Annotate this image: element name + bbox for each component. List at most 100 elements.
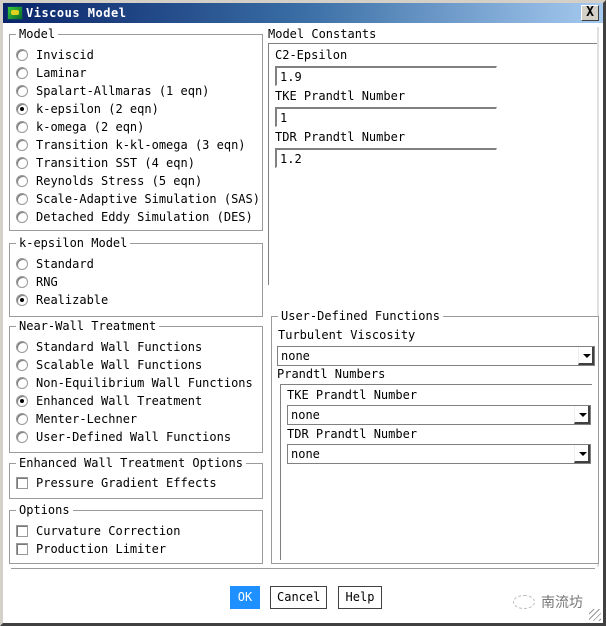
dropdown-arrow-icon[interactable] [578, 347, 594, 365]
dropdown-arrow-icon[interactable] [574, 406, 590, 424]
options-checkbox-label: Production Limiter [36, 542, 167, 556]
kepsilon-model-group: k-epsilon Model Standard RNG Realizable [9, 236, 263, 317]
title-bar[interactable]: Viscous Model X [3, 3, 603, 23]
tke-prandtl-label: TKE Prandtl Number [275, 89, 406, 103]
dropdown-arrow-icon[interactable] [574, 445, 590, 463]
radio-unselected-icon[interactable] [16, 121, 28, 133]
radio-unselected-icon[interactable] [16, 341, 28, 353]
radio-unselected-icon[interactable] [16, 377, 28, 389]
near-wall-option-label: User-Defined Wall Functions [36, 430, 232, 444]
model-option-label: Detached Eddy Simulation (DES) [36, 210, 253, 224]
turbulent-viscosity-label: Turbulent Viscosity [278, 328, 416, 342]
udf-title: User-Defined Functions [278, 309, 443, 323]
model-option-label: Transition k-kl-omega (3 eqn) [36, 138, 246, 152]
kepsilon-option-label: RNG [36, 275, 58, 289]
radio-unselected-icon[interactable] [16, 67, 28, 79]
kepsilon-model-title: k-epsilon Model [16, 236, 131, 250]
radio-unselected-icon[interactable] [16, 175, 28, 187]
model-option[interactable]: Reynolds Stress (5 eqn) [16, 172, 202, 190]
model-option[interactable]: Transition k-kl-omega (3 eqn) [16, 136, 246, 154]
ewt-checkbox-label: Pressure Gradient Effects [36, 476, 217, 490]
model-option-label: Scale-Adaptive Simulation (SAS) [36, 192, 260, 206]
radio-unselected-icon[interactable] [16, 359, 28, 371]
radio-unselected-icon[interactable] [16, 431, 28, 443]
options-title: Options [16, 503, 73, 517]
radio-selected-icon[interactable] [16, 395, 28, 407]
kepsilon-option-label: Standard [36, 257, 94, 271]
model-option[interactable]: Spalart-Allmaras (1 eqn) [16, 82, 209, 100]
cancel-button[interactable]: Cancel [270, 586, 327, 609]
udf-tke-value: none [291, 408, 320, 422]
radio-unselected-icon[interactable] [16, 258, 28, 270]
near-wall-title: Near-Wall Treatment [16, 319, 160, 333]
model-constants-panel: C2-Epsilon 1.9 TKE Prandtl Number 1 TDR … [268, 43, 599, 285]
model-option[interactable]: Inviscid [16, 46, 94, 64]
near-wall-option-label: Menter-Lechner [36, 412, 138, 426]
c2-epsilon-input[interactable]: 1.9 [275, 66, 497, 86]
options-group: Options Curvature Correction Production L… [9, 503, 263, 564]
radio-unselected-icon[interactable] [16, 85, 28, 97]
window-title: Viscous Model [26, 6, 127, 20]
turbulent-viscosity-select[interactable]: none [277, 346, 595, 366]
model-option[interactable]: k-omega (2 eqn) [16, 118, 144, 136]
checkbox-unchecked-icon[interactable] [16, 477, 28, 489]
near-wall-option[interactable]: Menter-Lechner [16, 410, 137, 428]
udf-tdr-select[interactable]: none [287, 444, 591, 464]
checkbox-unchecked-icon[interactable] [16, 525, 28, 537]
udf-tke-select[interactable]: none [287, 405, 591, 425]
turbulent-viscosity-value: none [281, 349, 310, 363]
radio-selected-icon[interactable] [16, 294, 28, 306]
model-option-label: Inviscid [36, 48, 94, 62]
model-constants-title: Model Constants [268, 27, 377, 41]
model-option[interactable]: Transition SST (4 eqn) [16, 154, 195, 172]
radio-unselected-icon[interactable] [16, 276, 28, 288]
near-wall-option-label: Scalable Wall Functions [36, 358, 203, 372]
radio-unselected-icon[interactable] [16, 413, 28, 425]
model-option[interactable]: Detached Eddy Simulation (DES) [16, 208, 253, 226]
close-button[interactable]: X [581, 5, 599, 21]
radio-selected-icon[interactable] [16, 103, 28, 115]
near-wall-option[interactable]: Scalable Wall Functions [16, 356, 202, 374]
near-wall-option[interactable]: User-Defined Wall Functions [16, 428, 231, 446]
kepsilon-option[interactable]: Realizable [16, 291, 108, 309]
kepsilon-option[interactable]: Standard [16, 255, 94, 273]
checkbox-unchecked-icon[interactable] [16, 543, 28, 555]
viscous-model-dialog: Viscous Model X Model Inviscid Laminar Spa… [0, 0, 606, 626]
near-wall-group: Near-Wall Treatment Standard Wall Functi… [9, 319, 263, 453]
model-option-label: Transition SST (4 eqn) [36, 156, 195, 170]
resize-grip-icon[interactable] [589, 609, 601, 621]
help-button[interactable]: Help [338, 586, 382, 609]
kepsilon-option-label: Realizable [36, 293, 109, 307]
udf-group: User-Defined Functions Turbulent Viscosi… [271, 309, 599, 564]
radio-unselected-icon[interactable] [16, 139, 28, 151]
ewt-checkbox-row[interactable]: Pressure Gradient Effects [16, 474, 217, 492]
udf-tdr-value: none [291, 447, 320, 461]
radio-unselected-icon[interactable] [16, 49, 28, 61]
near-wall-option-label: Enhanced Wall Treatment [36, 394, 203, 408]
near-wall-option[interactable]: Enhanced Wall Treatment [16, 392, 202, 410]
tke-prandtl-input[interactable]: 1 [275, 107, 497, 127]
c2-epsilon-label: C2-Epsilon [275, 48, 348, 62]
watermark: 南流坊 [513, 592, 583, 612]
options-checkbox-row[interactable]: Production Limiter [16, 540, 166, 558]
model-option-label: Reynolds Stress (5 eqn) [36, 174, 203, 188]
near-wall-option[interactable]: Non-Equilibrium Wall Functions [16, 374, 253, 392]
ok-button[interactable]: OK [230, 586, 260, 609]
model-option[interactable]: Scale-Adaptive Simulation (SAS) [16, 190, 260, 208]
model-option[interactable]: Laminar [16, 64, 87, 82]
kepsilon-option[interactable]: RNG [16, 273, 58, 291]
radio-unselected-icon[interactable] [16, 193, 28, 205]
udf-tke-label: TKE Prandtl Number [287, 388, 418, 402]
tdr-prandtl-input[interactable]: 1.2 [275, 148, 497, 168]
footer-separator [11, 568, 595, 570]
radio-unselected-icon[interactable] [16, 157, 28, 169]
watermark-logo-icon [513, 595, 535, 609]
prandtl-numbers-panel: TKE Prandtl Number none TDR Prandtl Numb… [280, 384, 592, 560]
ewt-options-title: Enhanced Wall Treatment Options [16, 456, 246, 470]
app-icon [7, 6, 23, 20]
model-option[interactable]: k-epsilon (2 eqn) [16, 100, 159, 118]
model-group: Model Inviscid Laminar Spalart-Allmaras (1… [9, 27, 263, 231]
radio-unselected-icon[interactable] [16, 211, 28, 223]
near-wall-option[interactable]: Standard Wall Functions [16, 338, 202, 356]
options-checkbox-row[interactable]: Curvature Correction [16, 522, 181, 540]
